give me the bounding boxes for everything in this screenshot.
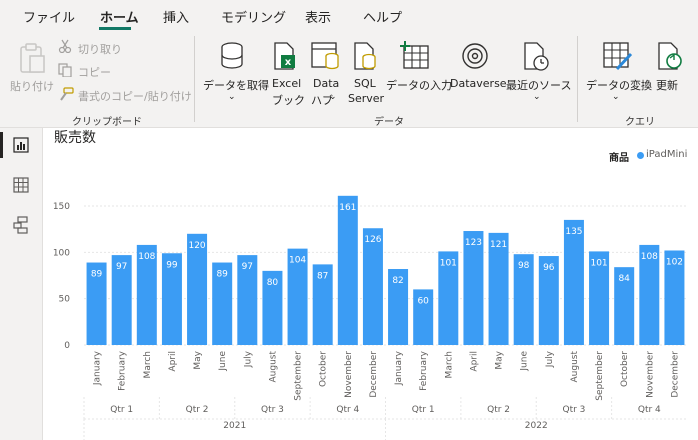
x-tick-label: January: [93, 350, 103, 386]
x-tick-label: April: [469, 351, 479, 372]
quarter-label: Qtr 3: [562, 405, 585, 415]
year-label: 2021: [223, 421, 246, 431]
x-tick-label: April: [168, 351, 178, 372]
x-tick-label: July: [545, 350, 555, 368]
data-label: 84: [618, 274, 630, 284]
data-label: 135: [565, 227, 582, 237]
data-label: 60: [417, 296, 429, 306]
quarter-label: Qtr 2: [487, 405, 510, 415]
x-tick-label: December: [670, 351, 680, 398]
bar: [463, 231, 484, 345]
data-label: 98: [518, 261, 530, 271]
x-tick-label: March: [444, 351, 454, 378]
data-label: 97: [116, 262, 127, 272]
x-tick-label: October: [319, 351, 329, 387]
x-tick-label: June: [218, 351, 228, 372]
sales-bar-chart: 0 50 100 150 89 January 97 February 108 March 99 Ap…: [53, 195, 687, 440]
data-label: 99: [166, 260, 178, 270]
x-tick-label: May: [495, 350, 505, 369]
quarter-label: Qtr 1: [110, 405, 133, 415]
x-tick-label: July: [243, 350, 253, 368]
data-label: 121: [490, 240, 507, 250]
bar: [563, 219, 584, 345]
x-tick-label: June: [520, 351, 530, 372]
x-tick-label: September: [294, 351, 304, 401]
data-label: 97: [242, 262, 253, 272]
x-tick-label: February: [419, 350, 429, 391]
data-label: 87: [317, 271, 328, 281]
x-tick-label: November: [344, 351, 354, 398]
x-tick-label: August: [268, 351, 278, 383]
y-tick-label: 150: [53, 202, 70, 212]
quarter-label: Qtr 4: [336, 405, 359, 415]
y-tick-label: 50: [59, 295, 71, 305]
x-tick-label: December: [369, 351, 379, 398]
x-tick-label: October: [620, 351, 630, 387]
x-tick-label: March: [143, 351, 153, 378]
x-tick-label: September: [595, 351, 605, 401]
data-label: 108: [138, 252, 155, 262]
bar: [337, 195, 358, 345]
quarter-label: Qtr 3: [261, 405, 284, 415]
x-tick-label: November: [645, 351, 655, 398]
x-tick-label: August: [570, 351, 580, 383]
y-tick-label: 0: [64, 341, 70, 351]
data-label: 102: [666, 257, 683, 267]
quarter-label: Qtr 4: [638, 405, 661, 415]
quarter-label: Qtr 1: [412, 405, 435, 415]
bar: [362, 228, 383, 345]
data-label: 96: [543, 263, 555, 273]
year-label: 2022: [525, 421, 548, 431]
data-label: 108: [641, 252, 658, 262]
data-label: 104: [289, 256, 306, 266]
data-label: 120: [188, 241, 205, 251]
y-tick-label: 100: [53, 248, 70, 258]
data-label: 82: [392, 276, 403, 286]
data-label: 89: [91, 270, 103, 280]
data-label: 161: [339, 203, 356, 213]
quarter-label: Qtr 2: [186, 405, 209, 415]
data-label: 101: [590, 258, 607, 268]
x-tick-label: January: [394, 350, 404, 386]
data-label: 123: [465, 238, 482, 248]
x-tick-label: February: [118, 350, 128, 391]
data-label: 101: [440, 258, 457, 268]
data-label: 80: [267, 278, 279, 288]
x-tick-label: May: [193, 350, 203, 369]
data-label: 126: [364, 235, 381, 245]
data-label: 89: [216, 270, 228, 280]
